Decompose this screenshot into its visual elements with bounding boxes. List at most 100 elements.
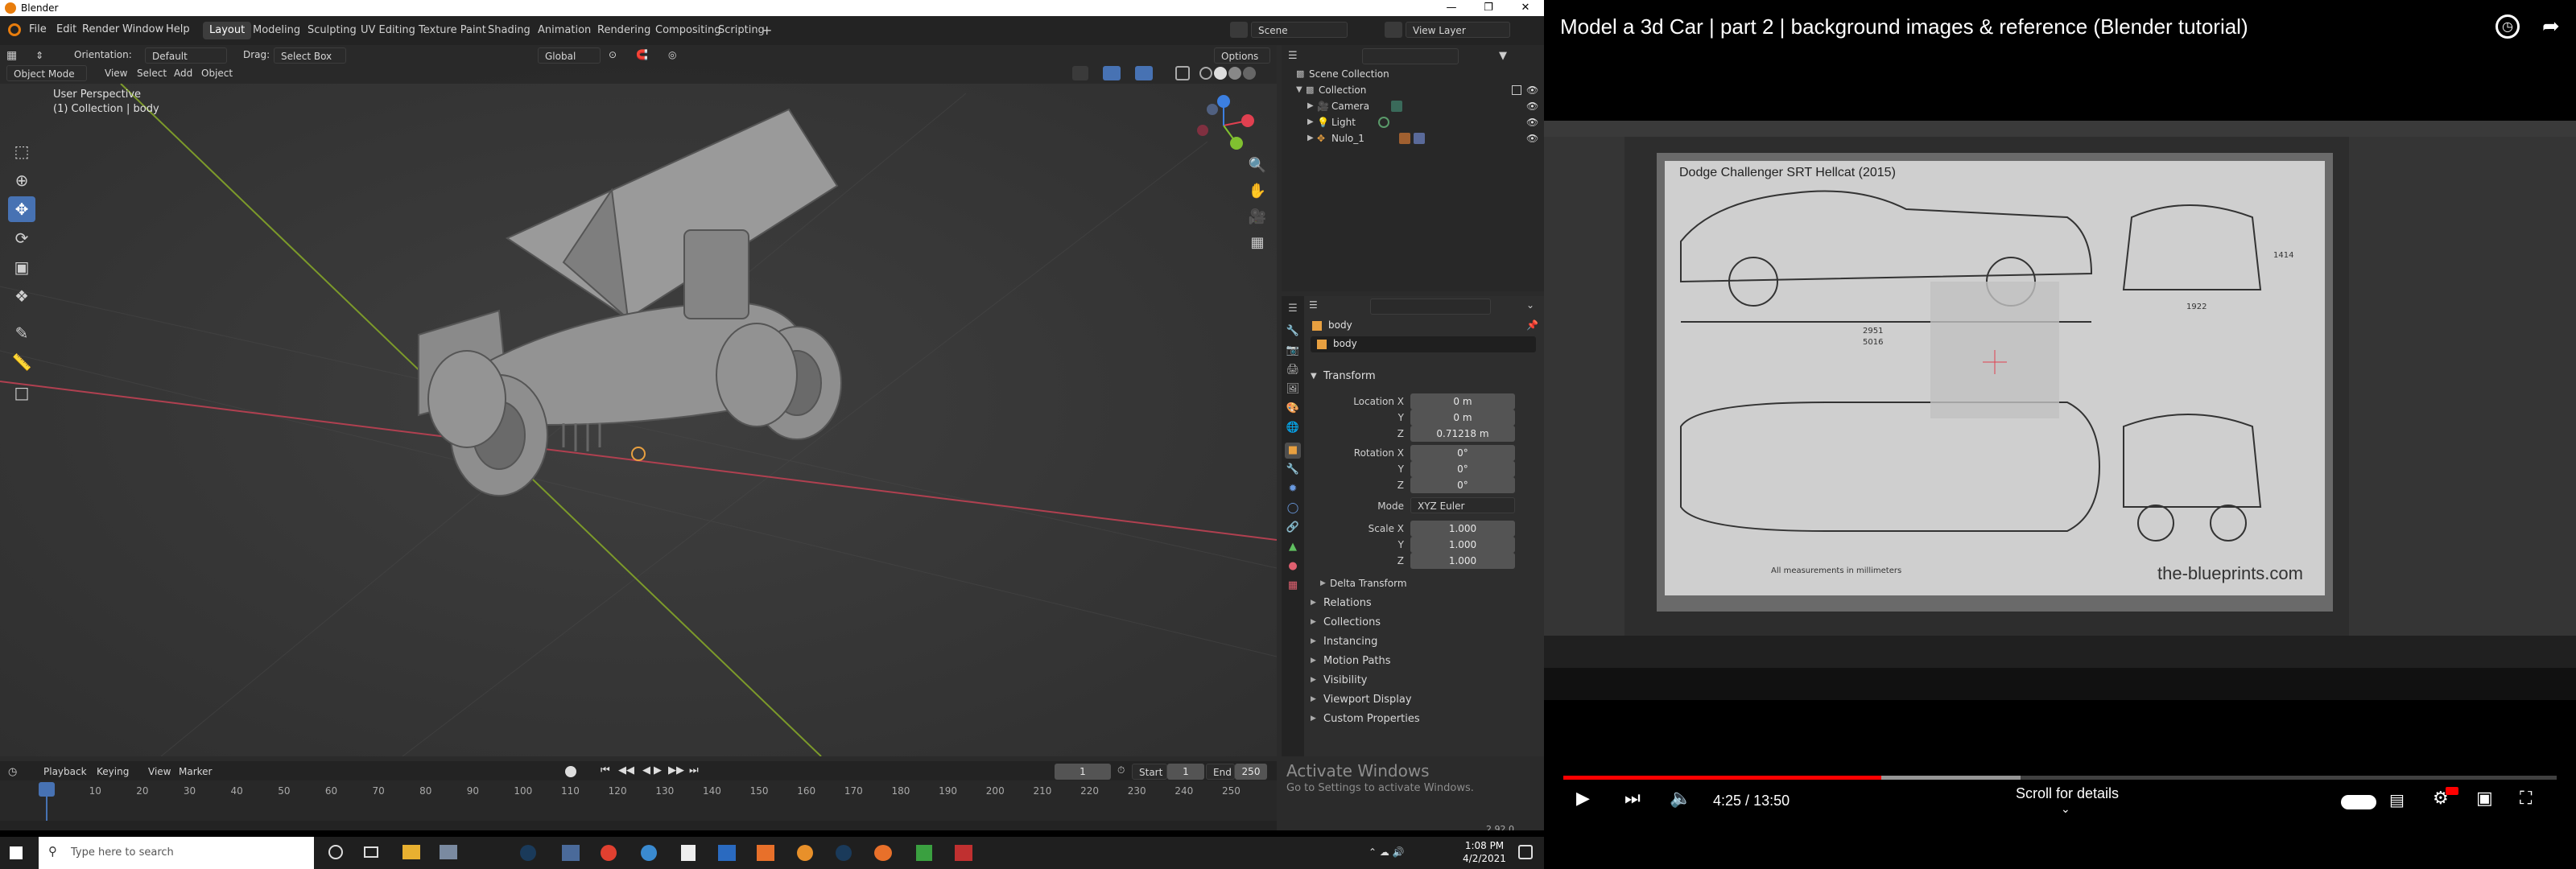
motion-paths-panel[interactable]: Motion Paths (1323, 655, 1391, 667)
maximize-icon[interactable]: ❐ (1470, 0, 1507, 16)
outliner-row-light[interactable]: ▶ 💡 Light 👁 (1282, 114, 1544, 130)
constraints-tab-icon[interactable]: 🔗 (1285, 520, 1301, 536)
3d-viewport[interactable]: ▦ ⇕ Orientation: Default Drag: Select Bo… (0, 45, 1277, 756)
scene-tab-icon[interactable]: 🎨 (1285, 401, 1301, 417)
task-view-icon[interactable] (364, 846, 378, 858)
prev-keyframe-icon[interactable]: ◀◀ (618, 764, 634, 776)
delta-transform-subpanel[interactable]: Delta Transform (1330, 578, 1407, 589)
outliner-editor-icon[interactable]: ☰ (1288, 50, 1298, 62)
workspace-tab-layout[interactable]: Layout (203, 22, 252, 39)
app-icon-6[interactable] (797, 845, 813, 861)
texture-tab-icon[interactable]: ▦ (1285, 578, 1301, 594)
solid-shading-icon[interactable] (1214, 67, 1227, 80)
blender-taskbar-icon[interactable] (874, 845, 892, 861)
cursor-tool-icon[interactable]: ⊕ (8, 167, 35, 193)
instancing-panel[interactable]: Instancing (1323, 636, 1377, 648)
material-tab-icon[interactable]: ● (1285, 558, 1301, 575)
exclude-checkbox-icon[interactable] (1512, 85, 1521, 95)
play-reverse-icon[interactable]: ◀ (642, 764, 650, 776)
pan-hand-icon[interactable]: ✋ (1245, 179, 1270, 204)
app-icon-7[interactable] (916, 845, 932, 861)
collapse-icon[interactable]: ▶ (1311, 618, 1316, 626)
transform-orientation-dropdown[interactable]: Global (538, 47, 601, 64)
select-menu[interactable]: Select (137, 68, 167, 79)
rotation-x-field[interactable]: 0° (1410, 445, 1515, 461)
view-menu[interactable]: View (105, 68, 127, 79)
expand-icon[interactable]: ▼ (1296, 82, 1302, 98)
viewport-display-panel[interactable]: Viewport Display (1323, 694, 1412, 706)
notification-icon[interactable] (1518, 845, 1533, 859)
workspace-tab-rendering[interactable]: Rendering (591, 22, 657, 39)
share-icon[interactable]: ➦ (2542, 14, 2560, 39)
windows-start-icon[interactable] (10, 846, 23, 859)
menu-edit[interactable]: Edit (56, 23, 76, 35)
keying-menu[interactable]: Keying (97, 766, 129, 777)
outliner-row-collection[interactable]: ▼ ▩ Collection 👁 (1282, 82, 1544, 98)
view-layer-tab-icon[interactable]: 🖼 (1285, 381, 1301, 397)
expand-icon[interactable]: ▶ (1307, 114, 1314, 130)
captions-icon[interactable]: ▤ (2389, 790, 2405, 809)
add-menu[interactable]: Add (174, 68, 192, 79)
rotation-y-field[interactable]: 0° (1410, 461, 1515, 477)
scale-z-field[interactable]: 1.000 (1410, 553, 1515, 569)
tray-icons[interactable]: ⌃ ☁ 🔊 (1368, 846, 1405, 858)
scroll-for-details[interactable]: Scroll for details (2003, 785, 2132, 802)
particles-tab-icon[interactable]: ✹ (1285, 481, 1301, 497)
render-tab-icon[interactable]: 📷 (1285, 343, 1301, 359)
select-box-tool-icon[interactable]: ⬚ (8, 138, 35, 164)
object-tab-icon[interactable]: ■ (1285, 443, 1301, 459)
custom-properties-panel[interactable]: Custom Properties (1323, 713, 1420, 725)
outliner-search[interactable] (1362, 48, 1459, 64)
collapse-icon[interactable]: ▶ (1320, 579, 1326, 587)
gizmo-toggle-icon[interactable] (1103, 66, 1121, 80)
tool-tab-icon[interactable]: 🔧 (1285, 323, 1301, 340)
chevron-down-icon[interactable]: ⌄ (2061, 803, 2070, 816)
location-z-field[interactable]: 0.71218 m (1410, 426, 1515, 442)
eye-icon[interactable]: 👁 (1526, 130, 1538, 146)
stopwatch-icon[interactable]: ⏱ (1117, 764, 1125, 776)
app-icon-8[interactable] (955, 845, 972, 861)
wireframe-shading-icon[interactable] (1199, 67, 1212, 80)
pivot-icon[interactable]: ⊙ (609, 49, 617, 60)
cortana-icon[interactable] (328, 845, 343, 859)
watch-later-icon[interactable]: ◷ (2496, 14, 2520, 39)
visibility-toggle-icon[interactable] (1072, 66, 1088, 80)
options-chevron-icon[interactable]: ⌄ (1526, 299, 1534, 311)
ortho-grid-icon[interactable]: ▦ (1245, 230, 1270, 256)
properties-type-icon[interactable]: ☰ (1309, 299, 1318, 311)
collapse-icon[interactable]: ▶ (1311, 695, 1316, 703)
outliner-row-camera[interactable]: ▶ 🎥 Camera 👁 (1282, 98, 1544, 114)
view-layer-selector[interactable]: View Layer (1406, 22, 1510, 38)
navigation-gizmo[interactable] (1191, 93, 1256, 158)
menu-window[interactable]: Window (122, 23, 163, 35)
steam-icon-2[interactable] (836, 845, 852, 861)
zoom-icon[interactable]: 🔍 (1245, 153, 1270, 179)
transform-panel-header[interactable]: Transform (1323, 370, 1376, 382)
workspace-tab-shading[interactable]: Shading (481, 22, 537, 39)
location-y-field[interactable]: 0 m (1410, 410, 1515, 426)
autoplay-toggle[interactable] (2341, 795, 2376, 809)
expand-icon[interactable]: ▶ (1307, 98, 1314, 114)
scale-tool-icon[interactable]: ▣ (8, 254, 35, 280)
collapse-icon[interactable]: ▶ (1311, 676, 1316, 684)
app-icon-5[interactable] (757, 845, 774, 861)
measure-tool-icon[interactable]: 📏 (8, 349, 35, 375)
jump-end-icon[interactable]: ⏭ (689, 764, 699, 776)
location-x-field[interactable]: 0 m (1410, 393, 1515, 410)
play-icon[interactable]: ▶ (1576, 789, 1590, 809)
rotation-mode-dropdown[interactable]: XYZ Euler (1410, 497, 1515, 513)
playhead[interactable] (39, 782, 55, 797)
video-frame[interactable]: Dodge Challenger SRT Hellcat (2015) 2951… (1544, 121, 2576, 700)
app-icon-2[interactable] (562, 845, 580, 861)
options-dropdown[interactable]: Options (1214, 47, 1270, 64)
collapse-icon[interactable]: ▶ (1311, 715, 1316, 723)
pin-icon[interactable]: 📌 (1526, 319, 1538, 331)
properties-editor-icon[interactable]: ☰ (1285, 301, 1301, 317)
physics-tab-icon[interactable]: ◯ (1285, 500, 1301, 517)
collapse-icon[interactable]: ▶ (1311, 637, 1316, 645)
modifier-tab-icon[interactable]: 🔧 (1285, 462, 1301, 478)
rotate-tool-icon[interactable]: ⟳ (8, 225, 35, 251)
rotation-z-field[interactable]: 0° (1410, 477, 1515, 493)
clock-time[interactable]: 1:08 PM (1460, 840, 1509, 851)
move-tool-icon[interactable]: ✥ (8, 196, 35, 222)
